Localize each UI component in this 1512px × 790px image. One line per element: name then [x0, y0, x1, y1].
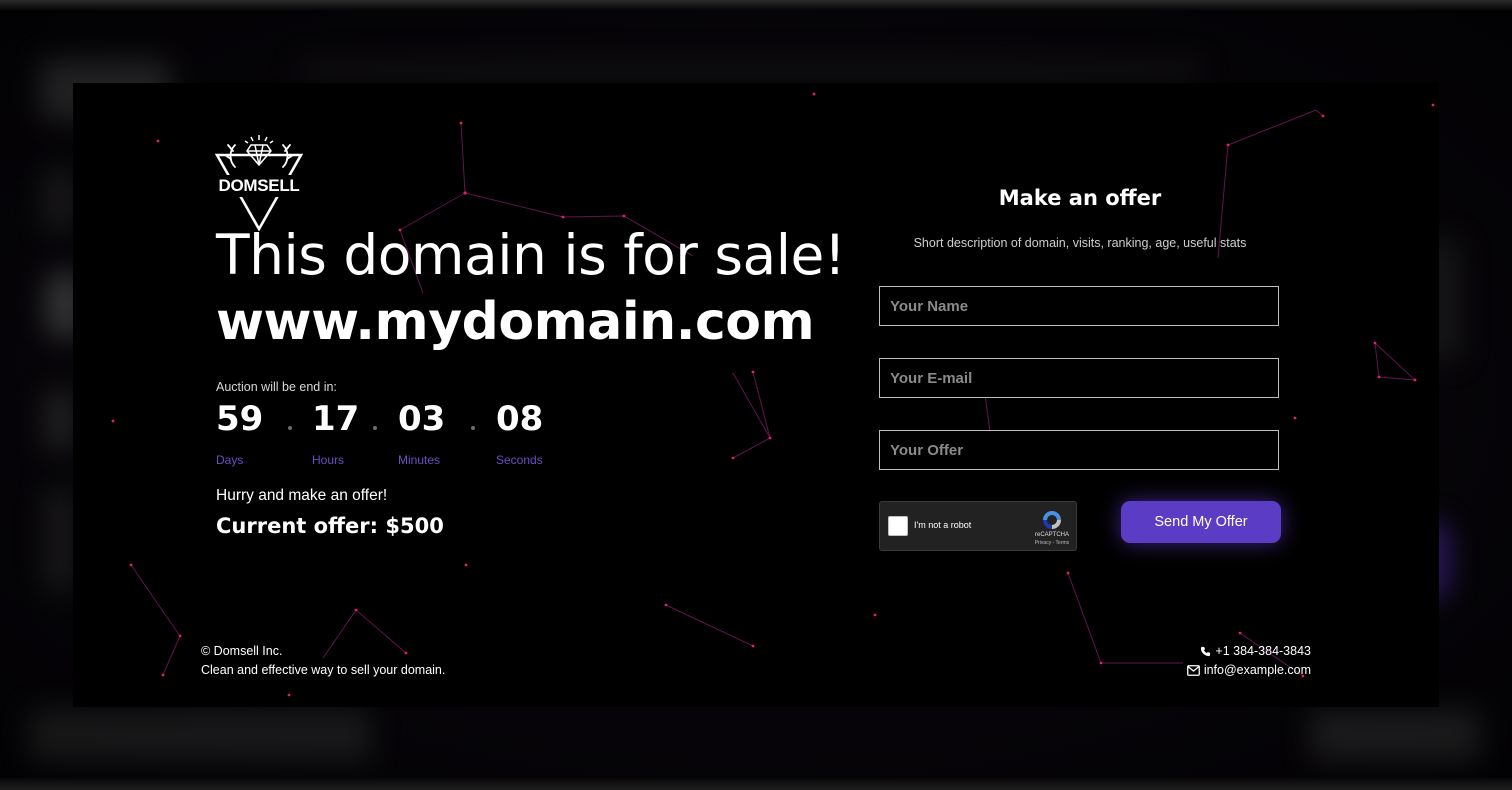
phone-icon: [1201, 646, 1211, 657]
offer-input[interactable]: [879, 430, 1279, 470]
send-offer-button[interactable]: Send My Offer: [1121, 501, 1281, 543]
form-description: Short description of domain, visits, ran…: [913, 236, 1247, 250]
countdown-separator: [288, 426, 292, 430]
countdown-unit: Days: [216, 453, 244, 467]
domain-sale-panel: DOMSELL This domain is for sale! www.myd…: [73, 83, 1439, 707]
footer-contact: +1 384-384-3843 info@example.com: [1186, 642, 1311, 680]
countdown-separator: [373, 426, 377, 430]
envelope-icon: [1186, 665, 1200, 676]
countdown-value: 59: [216, 399, 264, 439]
footer-phone[interactable]: +1 384-384-3843: [1215, 642, 1311, 661]
diamond-icon: [244, 135, 274, 167]
countdown-days: 59 Days: [216, 397, 263, 467]
recaptcha-terms-link[interactable]: Privacy - Terms: [1030, 540, 1074, 546]
countdown-value: 03: [398, 399, 446, 439]
recaptcha-label: I'm not a robot: [914, 520, 972, 530]
page-headline: This domain is for sale!: [216, 223, 846, 287]
footer-left: © Domsell Inc. Clean and effective way t…: [201, 642, 445, 680]
footer-email-row: info@example.com: [1186, 661, 1311, 680]
domain-name: www.mydomain.com: [216, 292, 815, 352]
footer-email[interactable]: info@example.com: [1204, 661, 1311, 680]
countdown-value: 17: [312, 399, 360, 439]
countdown-value: 08: [496, 399, 544, 439]
recaptcha-icon: [1043, 511, 1061, 529]
recaptcha-brand: reCAPTCHA: [1034, 532, 1069, 538]
countdown-unit: Hours: [312, 453, 345, 467]
countdown-label: Auction will be end in:: [216, 380, 337, 394]
logo-wordmark: DOMSELL: [218, 176, 300, 195]
email-input[interactable]: [879, 358, 1279, 398]
countdown-unit: Seconds: [496, 453, 543, 467]
countdown-minutes: 03 Minutes: [398, 397, 445, 467]
footer-tagline: Clean and effective way to sell your dom…: [201, 663, 446, 677]
countdown-separator: [471, 426, 475, 430]
form-title: Make an offer: [998, 186, 1162, 210]
name-input[interactable]: [879, 286, 1279, 326]
current-offer: Current offer: $500: [216, 514, 444, 538]
countdown-hours: 17 Hours: [312, 397, 359, 467]
recaptcha-checkbox[interactable]: [888, 516, 908, 536]
page-backdrop: DOMSELL This domain is for sale! www.myd…: [0, 0, 1512, 790]
footer-company: © Domsell Inc.: [201, 644, 283, 658]
countdown-unit: Minutes: [398, 453, 441, 467]
bottom-shadow-bar: [0, 778, 1512, 790]
hurry-text: Hurry and make an offer!: [216, 487, 388, 504]
countdown-seconds: 08 Seconds: [496, 397, 543, 467]
footer-phone-row: +1 384-384-3843: [1187, 642, 1311, 661]
recaptcha-widget: I'm not a robot reCAPTCHA Privacy - Term…: [879, 501, 1077, 551]
